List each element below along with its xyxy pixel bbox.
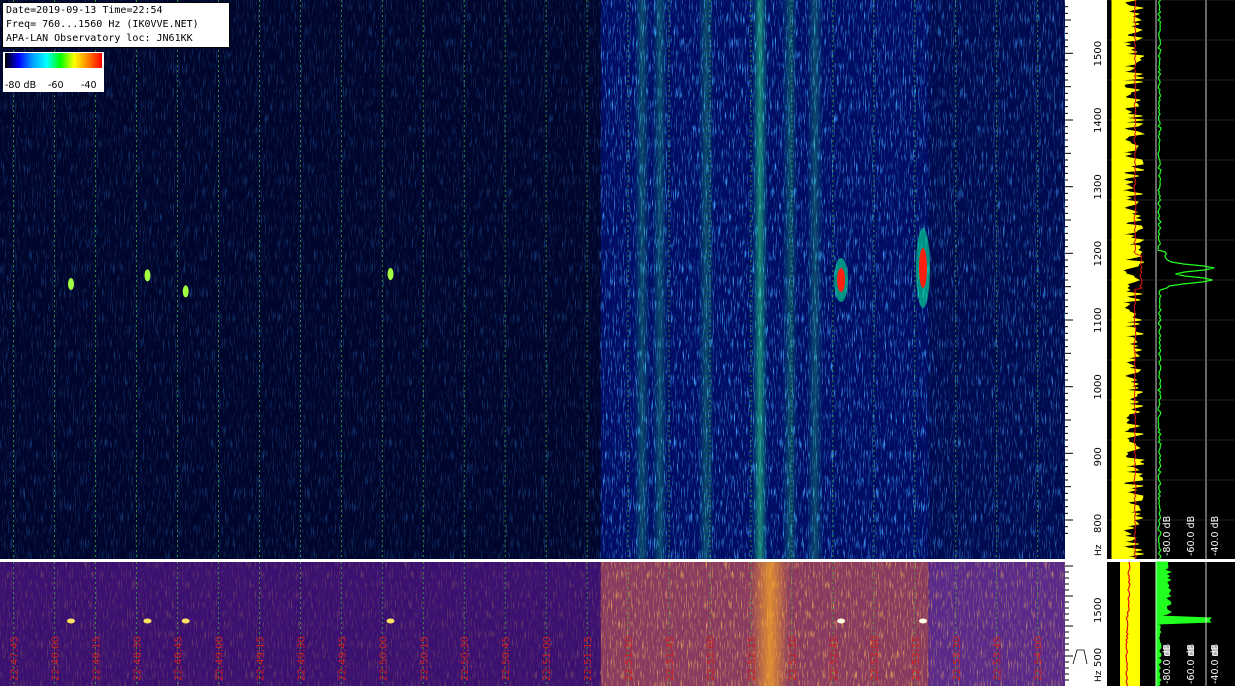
waterfall-display: 800 900 1000 1100 1200 1300 1400 1500 Hz -80.0 … [0, 0, 1235, 686]
signal-streak-3 [752, 0, 768, 560]
time-label-15: 22:51:30 [624, 636, 635, 681]
time-label-7: 22:49:30 [296, 636, 307, 681]
signal-streak-1 [652, 0, 668, 560]
signal-streak-5 [807, 0, 823, 560]
signal-streak-0 [634, 0, 650, 560]
time-label-2: 22:48:15 [92, 636, 103, 681]
time-label-24: 22:53:45 [993, 636, 1004, 681]
lower-echo-0 [67, 618, 75, 624]
time-label-16: 22:51:45 [665, 636, 676, 681]
freq-tick-label-0: 800 [1093, 514, 1104, 533]
lower-echo-3 [386, 618, 395, 624]
color-scale-legend: -80 dB -60 -40 [3, 52, 104, 92]
echo-core-4 [837, 268, 846, 292]
legend-label-max: -40 [81, 80, 97, 91]
time-label-6: 22:49:15 [255, 636, 266, 681]
time-label-21: 22:53:00 [870, 636, 881, 681]
time-label-8: 22:49:45 [337, 636, 348, 681]
legend-label-mid: -60 [48, 80, 64, 91]
time-label-19: 22:52:30 [788, 636, 799, 681]
echo-core-1 [144, 269, 151, 282]
info-observatory: APA-LAN Observatory loc: JN61KK [6, 33, 193, 44]
time-label-14: 22:51:15 [583, 636, 594, 681]
time-label-10: 22:50:15 [419, 636, 430, 681]
lower-db-label-2: -40.0 dB [1210, 644, 1221, 684]
lower-echo-1 [143, 618, 152, 624]
legend-label-min: -80 dB [5, 80, 37, 91]
freq-tick-label-1: 900 [1093, 447, 1104, 466]
lower-db-label-1: -60.0 dB [1186, 644, 1197, 684]
time-label-0: 22:47:45 [10, 636, 21, 681]
freq-tick-label-2: 1000 [1093, 374, 1104, 399]
time-label-11: 22:50:30 [460, 636, 471, 681]
time-label-4: 22:48:45 [174, 636, 185, 681]
lower-tick-label-0: 1500 [1093, 598, 1104, 623]
spectrum-db-label-2: -40.0 dB [1210, 516, 1221, 556]
lower-echo-5 [919, 618, 927, 624]
time-label-17: 22:52:00 [706, 636, 717, 681]
noise-bands [0, 0, 1065, 560]
freq-tick-label-5: 1300 [1093, 174, 1104, 199]
frequency-axis-background [1065, 0, 1107, 560]
signal-streak-2 [698, 0, 714, 560]
spectrum-db-label-1: -60.0 dB [1186, 516, 1197, 556]
info-frequency: Freq= 760...1560 Hz (IK0VVE.NET) [6, 19, 199, 30]
panel-separator [0, 559, 1235, 562]
freq-tick-label-3: 1100 [1093, 308, 1104, 333]
lower-tick-label-1: 500 [1093, 648, 1104, 667]
signal-streak-4 [782, 0, 798, 560]
info-box: Date=2019-09-13 Time=22:54 Freq= 760...1… [2, 2, 230, 48]
time-label-9: 22:50:00 [378, 636, 389, 681]
info-date-time: Date=2019-09-13 Time=22:54 [6, 5, 163, 16]
time-label-5: 22:49:00 [214, 636, 225, 681]
lower-db-label-0: -80.0 dB [1162, 644, 1173, 684]
echo-core-2 [182, 285, 189, 298]
spectrum-db-label-0: -80.0 dB [1162, 516, 1173, 556]
echo-core-0 [68, 278, 74, 290]
freq-tick-label-7: 1500 [1093, 41, 1104, 66]
echo-core-5 [919, 248, 927, 288]
time-label-18: 22:52:15 [747, 636, 758, 681]
time-label-12: 22:50:45 [501, 636, 512, 681]
frequency-unit: Hz [1094, 544, 1104, 556]
lower-frequency-unit: Hz [1094, 670, 1104, 682]
time-label-3: 22:48:30 [133, 636, 144, 681]
color-scale-bar [5, 53, 102, 68]
time-label-1: 22:48:00 [51, 636, 62, 681]
freq-tick-label-4: 1200 [1093, 241, 1104, 266]
lower-echo-4 [837, 618, 846, 624]
time-label-22: 22:53:15 [911, 636, 922, 681]
echo-core-3 [387, 268, 394, 280]
time-label-20: 22:52:45 [829, 636, 840, 681]
lower-echo-2 [181, 618, 190, 624]
time-label-13: 22:51:00 [542, 636, 553, 681]
freq-tick-label-6: 1400 [1093, 108, 1104, 133]
lower-noise-bands [0, 562, 1065, 686]
time-label-25: 22:54:00 [1034, 636, 1045, 681]
time-label-23: 22:53:30 [952, 636, 963, 681]
